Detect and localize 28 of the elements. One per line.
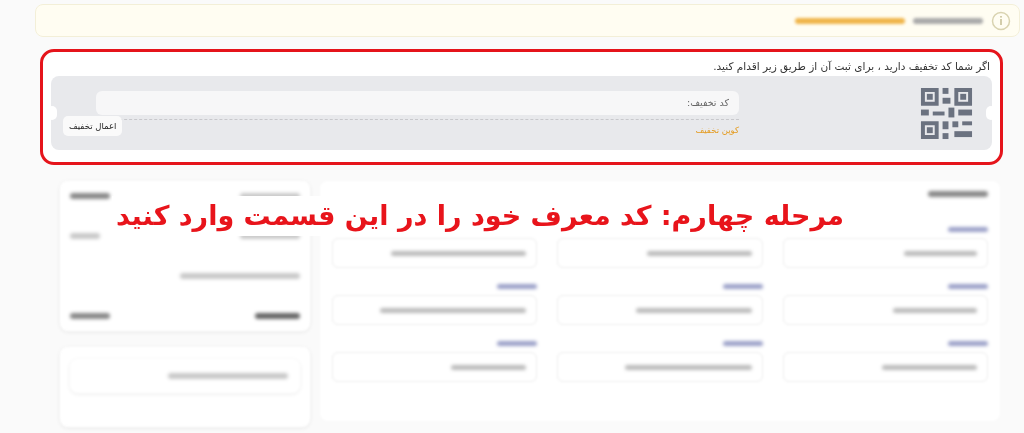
- info-icon: [991, 10, 1011, 31]
- input-field[interactable]: [332, 295, 538, 325]
- blurred-label: [722, 284, 763, 289]
- blurred-label: [948, 341, 988, 346]
- coupon-intro: اگر شما کد تخفیف دارید ، برای ثبت آن از طریق زیر اقدام کنید.: [712, 60, 990, 72]
- blurred-label: [948, 284, 988, 289]
- blurred-label: [722, 341, 763, 346]
- input-field[interactable]: [782, 295, 988, 325]
- blurred-text: [70, 193, 110, 199]
- blurred-text: [70, 313, 110, 319]
- input-field[interactable]: [782, 238, 988, 268]
- input-field[interactable]: [332, 238, 538, 268]
- input-field[interactable]: [557, 238, 763, 268]
- blurred-link[interactable]: [795, 17, 905, 24]
- blurred-label: [948, 227, 988, 232]
- blurred-text: [928, 191, 988, 197]
- blurred-text: [255, 313, 300, 319]
- apply-discount-button[interactable]: اعمال تخفیف: [63, 115, 123, 136]
- coupon-code-field[interactable]: کد تخفیف:: [96, 90, 739, 115]
- input-field[interactable]: [782, 352, 988, 382]
- input-field[interactable]: [557, 295, 763, 325]
- blurred-text: [913, 17, 983, 24]
- input-field[interactable]: [557, 352, 763, 382]
- blurred-label: [497, 284, 538, 289]
- input-field[interactable]: [332, 352, 538, 382]
- blurred-label: [497, 341, 538, 346]
- qr-code-icon: [919, 85, 974, 141]
- blurred-text: [70, 233, 100, 239]
